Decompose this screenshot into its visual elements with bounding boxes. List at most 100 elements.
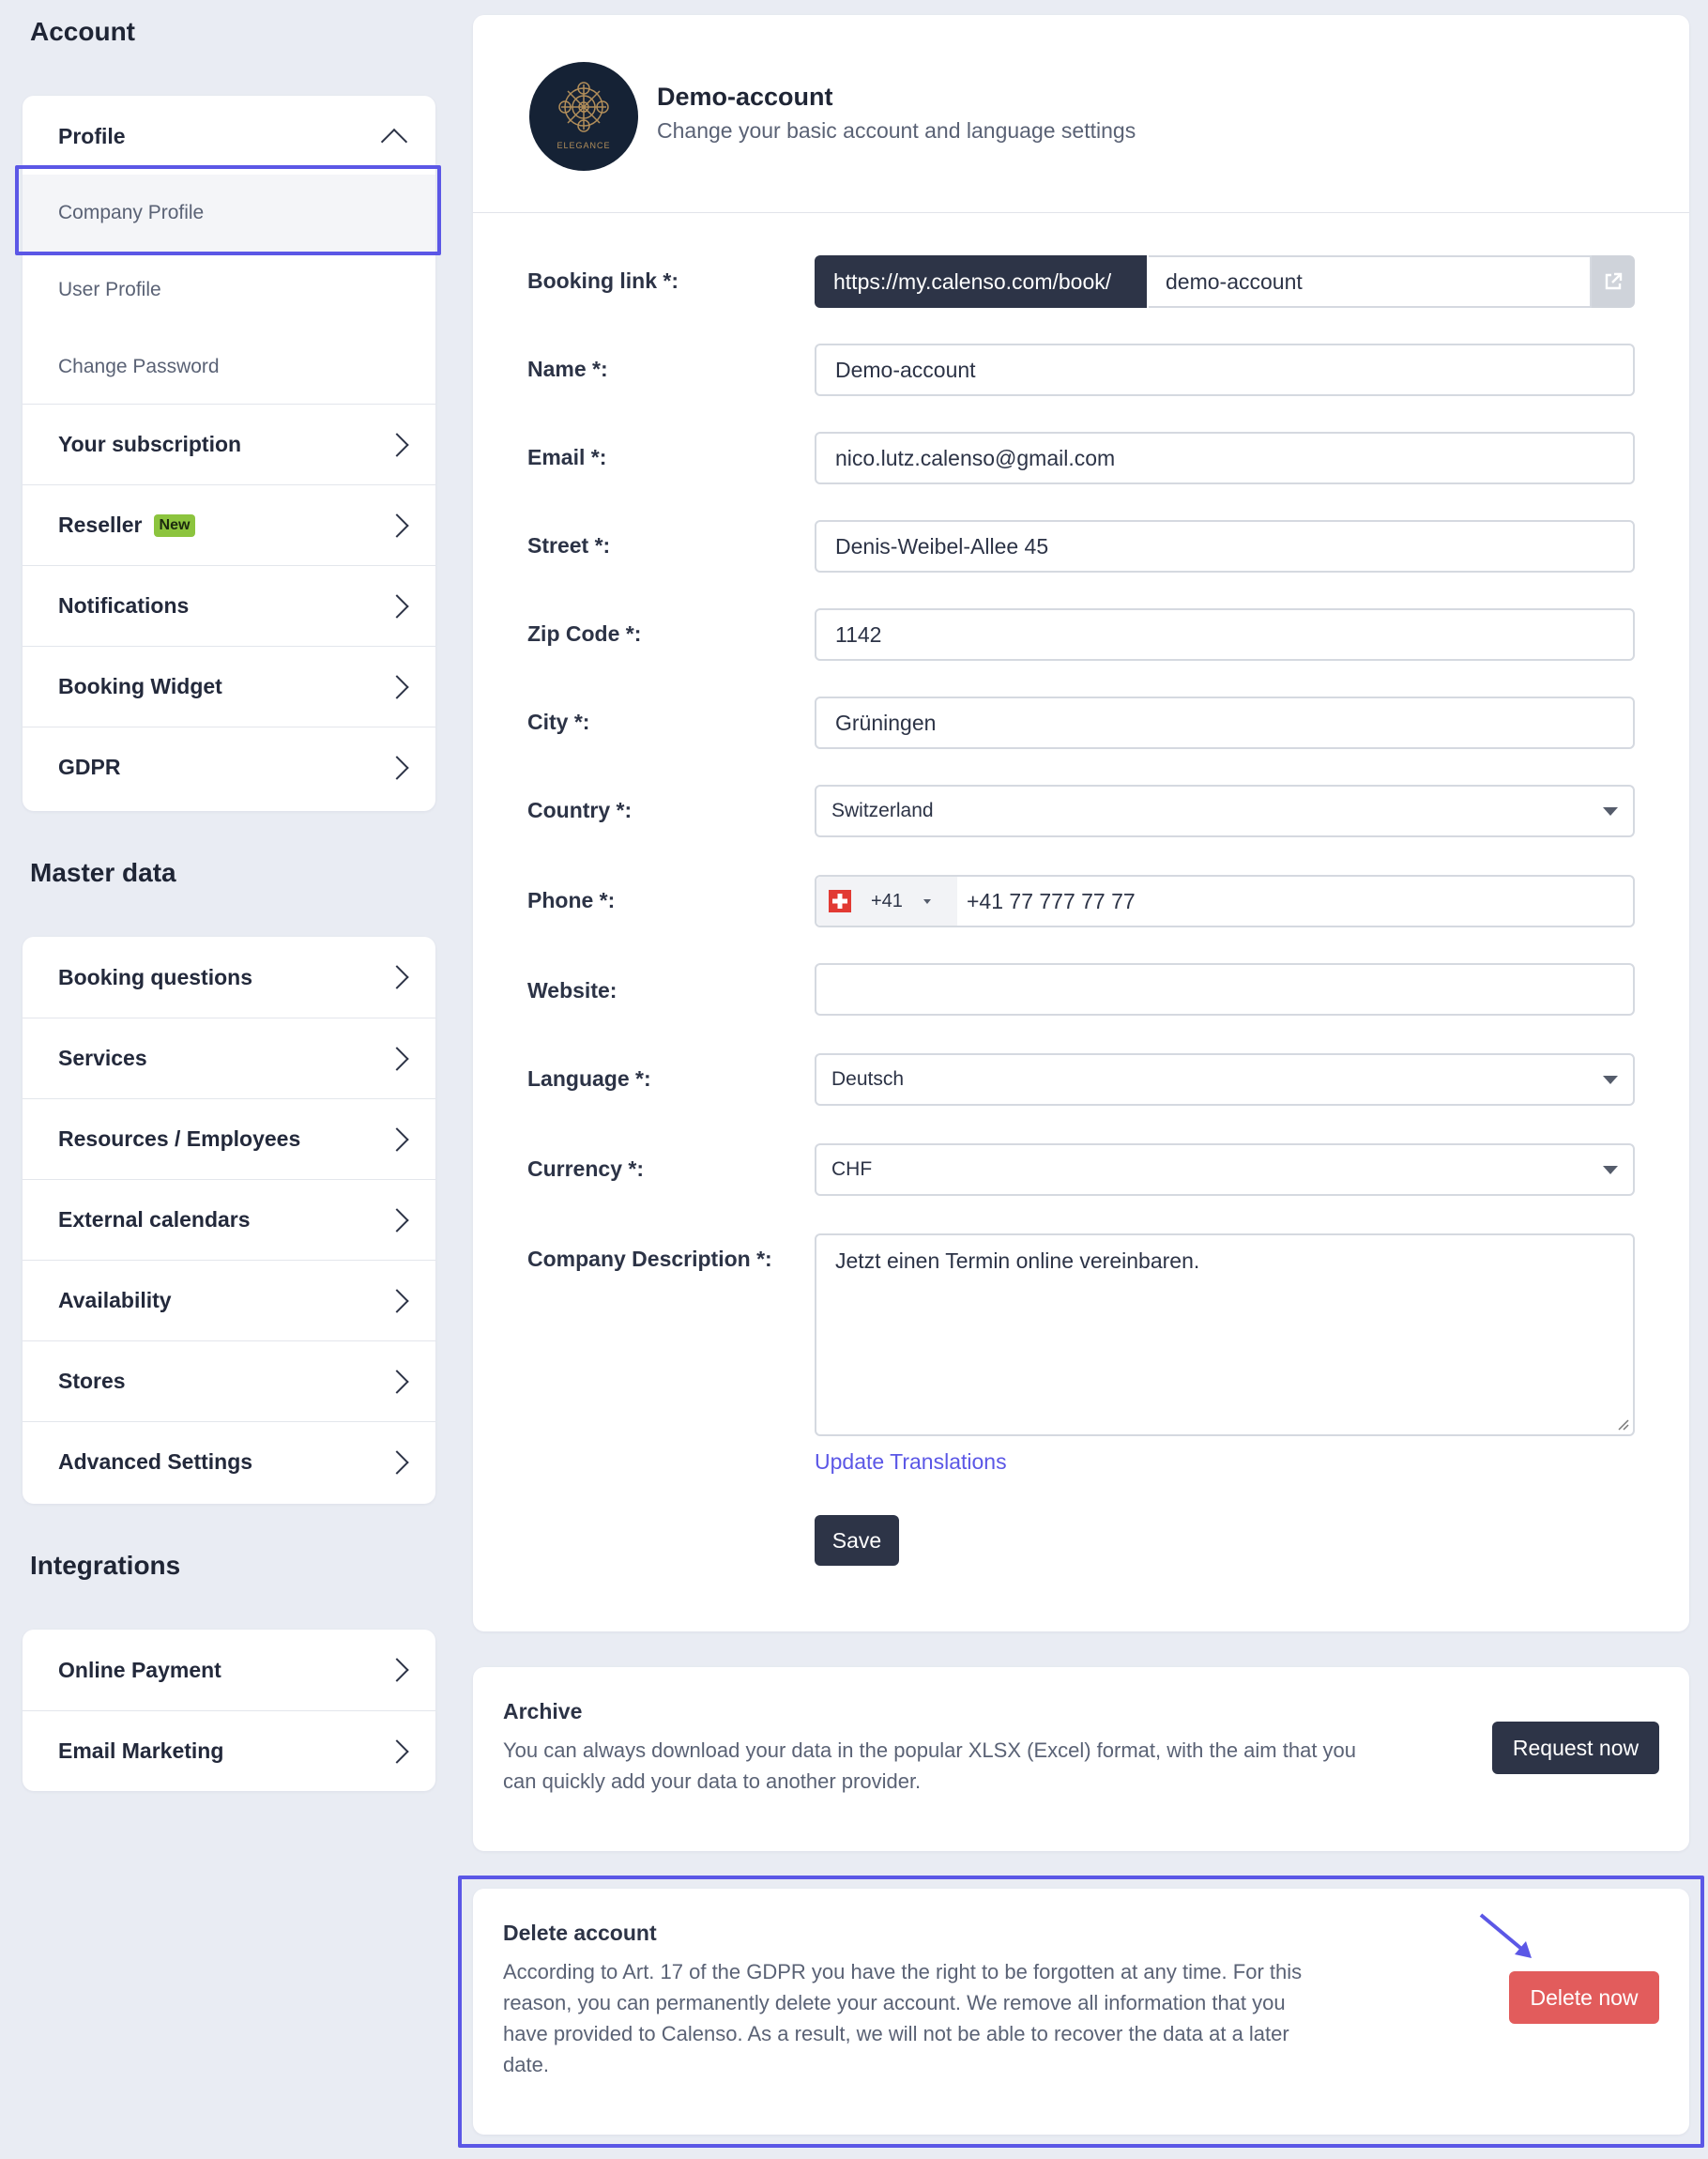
currency-select[interactable]: CHF (815, 1143, 1635, 1196)
nav-booking-widget-label: Booking Widget (58, 674, 222, 698)
delete-account-description: According to Art. 17 of the GDPR you hav… (503, 1956, 1302, 2080)
country-select[interactable]: Switzerland (815, 785, 1635, 837)
swiss-flag-icon (829, 890, 851, 912)
chevron-right-icon (385, 1369, 409, 1394)
phone-label: Phone *: (527, 888, 616, 912)
integrations-nav-card: Online Payment Email Marketing (23, 1630, 435, 1791)
delete-text-line: reason, you can permanently delete your … (503, 1991, 1286, 2014)
street-input[interactable]: Denis-Weibel-Allee 45 (815, 520, 1635, 573)
nav-services[interactable]: Services (23, 1018, 435, 1098)
country-label: Country *: (527, 798, 633, 822)
nav-your-subscription[interactable]: Your subscription (23, 404, 435, 484)
chevron-right-icon (385, 1207, 409, 1233)
nav-external-calendars[interactable]: External calendars (23, 1179, 435, 1260)
nav-online-payment-label: Online Payment (58, 1657, 221, 1682)
booking-link-value: demo-account (1166, 268, 1303, 294)
request-now-button[interactable]: Request now (1492, 1722, 1659, 1774)
new-badge: New (153, 513, 196, 537)
nav-gdpr[interactable]: GDPR (23, 727, 435, 807)
website-input[interactable] (815, 963, 1635, 1016)
arrow-pointer-icon (1479, 1913, 1532, 1958)
zip-label: Zip Code *: (527, 621, 642, 646)
nav-reseller[interactable]: Reseller New (23, 484, 435, 565)
logo-text: ELEGANCE (557, 141, 611, 150)
name-input[interactable]: Demo-account (815, 344, 1635, 396)
nav-company-profile[interactable]: Company Profile (23, 175, 435, 252)
nav-advanced-settings[interactable]: Advanced Settings (23, 1421, 435, 1502)
zip-input[interactable]: 1142 (815, 608, 1635, 661)
nav-notifications[interactable]: Notifications (23, 565, 435, 646)
currency-value: CHF (831, 1158, 873, 1180)
name-label: Name *: (527, 357, 608, 381)
external-link-icon (1605, 272, 1623, 290)
chevron-right-icon (385, 1449, 409, 1475)
chevron-up-icon (380, 128, 408, 156)
caret-down-icon (1603, 1166, 1618, 1174)
phone-field: +41 +41 77 777 77 77 (815, 875, 1635, 927)
caret-down-icon (1603, 807, 1618, 816)
nav-availability[interactable]: Availability (23, 1260, 435, 1340)
email-input[interactable]: nico.lutz.calenso@gmail.com (815, 432, 1635, 484)
archive-text-line: You can always download your data in the… (503, 1738, 1357, 1762)
language-label: Language *: (527, 1066, 651, 1091)
dial-code: +41 (871, 890, 903, 911)
delete-text-line: According to Art. 17 of the GDPR you hav… (503, 1960, 1303, 1983)
nav-user-profile-label: User Profile (58, 279, 161, 300)
company-description-label: Company Description *: (527, 1247, 772, 1271)
chevron-right-icon (385, 674, 409, 699)
booking-link-label: Booking link *: (527, 268, 679, 293)
nav-email-marketing[interactable]: Email Marketing (23, 1710, 435, 1791)
nav-notifications-label: Notifications (58, 593, 190, 618)
booking-link-input[interactable]: demo-account (1149, 255, 1592, 308)
delete-now-button[interactable]: Delete now (1509, 1971, 1659, 2024)
resize-handle-icon[interactable] (1616, 1417, 1629, 1431)
company-profile-panel: ELEGANCE Demo-account Change your basic … (473, 15, 1689, 1631)
caret-down-icon (923, 898, 931, 904)
email-label: Email *: (527, 445, 607, 469)
archive-panel: Archive You can always download your dat… (473, 1667, 1689, 1851)
nav-resources-employees[interactable]: Resources / Employees (23, 1098, 435, 1179)
nav-change-password[interactable]: Change Password (23, 329, 435, 406)
company-description-textarea[interactable]: Jetzt einen Termin online vereinbaren. (815, 1233, 1635, 1436)
nav-profile[interactable]: Profile (23, 96, 435, 176)
chevron-right-icon (385, 1288, 409, 1313)
account-section-title: Account (30, 17, 135, 46)
company-description-value: Jetzt einen Termin online vereinbaren. (835, 1248, 1200, 1273)
country-value: Switzerland (831, 800, 934, 821)
nav-booking-questions[interactable]: Booking questions (23, 937, 435, 1018)
nav-advanced-settings-label: Advanced Settings (58, 1449, 253, 1474)
chevron-right-icon (385, 1126, 409, 1152)
language-value: Deutsch (831, 1068, 905, 1090)
account-nav-card: Profile Company Profile User Profile Cha… (23, 96, 435, 811)
street-label: Street *: (527, 533, 611, 558)
phone-value[interactable]: +41 77 777 77 77 (967, 889, 1136, 914)
nav-user-profile[interactable]: User Profile (23, 252, 435, 329)
integrations-section-title: Integrations (30, 1551, 181, 1580)
nav-email-marketing-label: Email Marketing (58, 1738, 224, 1763)
update-translations-link[interactable]: Update Translations (815, 1449, 1007, 1475)
delete-account-title: Delete account (503, 1921, 657, 1945)
nav-booking-widget[interactable]: Booking Widget (23, 646, 435, 727)
language-select[interactable]: Deutsch (815, 1053, 1635, 1106)
nav-stores[interactable]: Stores (23, 1340, 435, 1421)
street-value: Denis-Weibel-Allee 45 (835, 533, 1049, 559)
nav-online-payment[interactable]: Online Payment (23, 1630, 435, 1710)
nav-stores-label: Stores (58, 1369, 126, 1393)
booking-link-prefix-text: https://my.calenso.com/book/ (833, 268, 1112, 294)
company-logo-avatar: ELEGANCE (529, 62, 638, 171)
caret-down-icon (1603, 1076, 1618, 1084)
city-label: City *: (527, 710, 590, 734)
open-link-button[interactable] (1592, 255, 1635, 308)
name-value: Demo-account (835, 357, 976, 382)
delete-text-line: have provided to Calenso. As a result, w… (503, 2022, 1289, 2045)
save-button[interactable]: Save (815, 1515, 899, 1566)
city-input[interactable]: Grüningen (815, 697, 1635, 749)
delete-text-line: date. (503, 2053, 549, 2076)
master-data-section-title: Master data (30, 858, 176, 887)
archive-description: You can always download your data in the… (503, 1735, 1356, 1797)
country-code-select[interactable]: +41 (816, 877, 957, 926)
nav-company-profile-label: Company Profile (58, 202, 205, 223)
nav-your-subscription-label: Your subscription (58, 432, 242, 456)
chevron-right-icon (385, 1738, 409, 1764)
nav-booking-questions-label: Booking questions (58, 964, 252, 989)
